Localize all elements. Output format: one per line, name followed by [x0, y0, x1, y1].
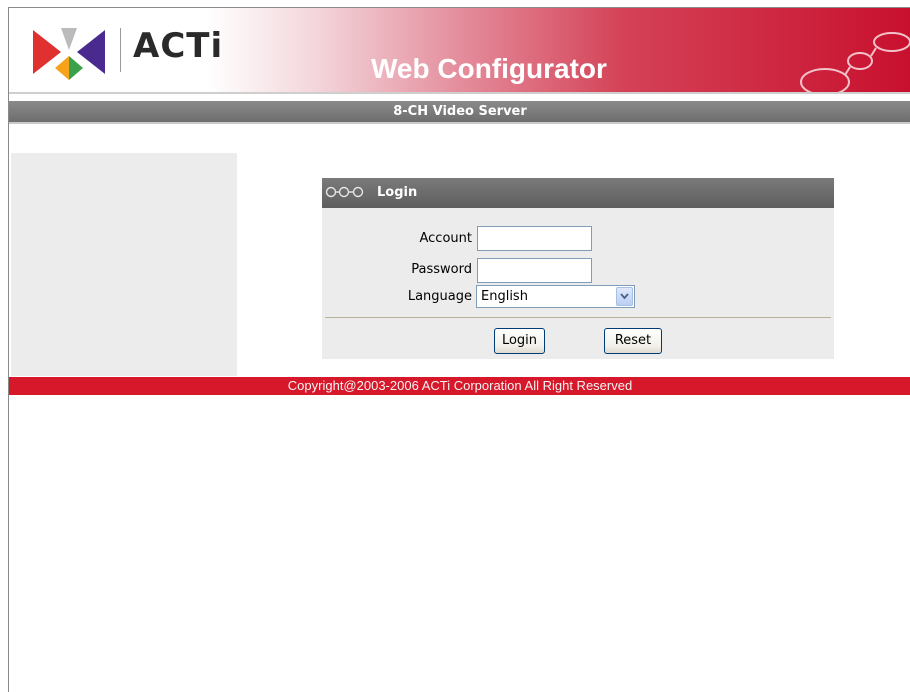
login-title: Login [377, 185, 418, 200]
language-selected-value: English [481, 289, 528, 304]
account-label: Account [419, 231, 473, 246]
logo-text: ACTi [133, 26, 224, 66]
device-title-bar: 8-CH Video Server [9, 101, 910, 122]
login-button[interactable]: Login [494, 328, 545, 354]
bar-shadow [9, 122, 910, 124]
password-label: Password [411, 262, 472, 277]
account-input[interactable] [477, 226, 592, 251]
left-panel [11, 153, 237, 376]
chain-links-icon [325, 186, 364, 198]
acti-logo-icon [33, 28, 105, 80]
header-banner: ACTi Web Configurator [9, 8, 910, 92]
app-title: Web Configurator [371, 53, 607, 84]
language-dropdown-button[interactable] [616, 287, 633, 306]
login-panel: Login Account Password Language English … [322, 178, 834, 359]
form-divider [325, 317, 831, 318]
page-frame: ACTi Web Configurator 8-CH Video Server … [8, 7, 910, 692]
language-label: Language [407, 289, 472, 304]
logo-divider [120, 28, 121, 72]
rings-decoration-icon [800, 32, 910, 92]
password-input[interactable] [477, 258, 592, 283]
login-header: Login [322, 178, 834, 208]
banner-underline [9, 92, 910, 94]
reset-button[interactable]: Reset [604, 328, 662, 354]
language-select[interactable]: English [476, 285, 635, 308]
copyright-footer: Copyright@2003-2006 ACTi Corporation All… [9, 377, 910, 395]
chevron-down-icon [620, 293, 629, 300]
